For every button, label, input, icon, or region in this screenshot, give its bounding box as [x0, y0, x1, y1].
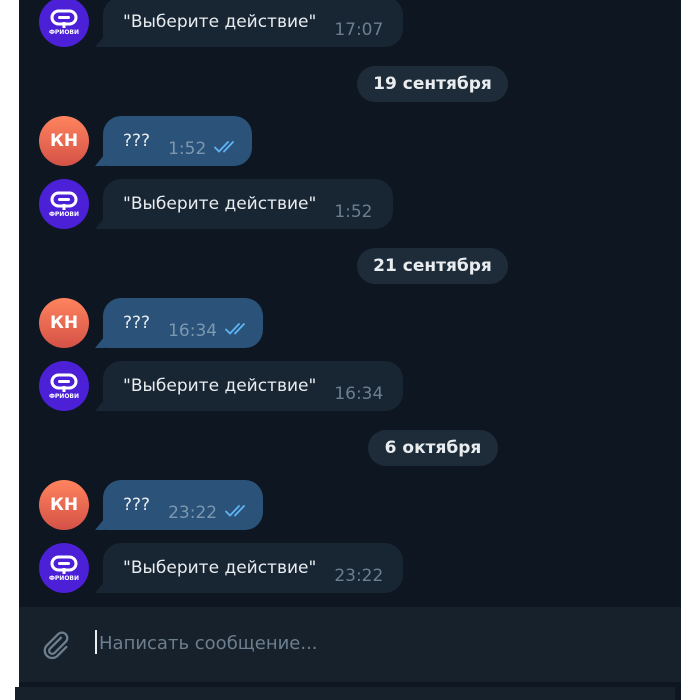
user-avatar[interactable]: КН	[39, 480, 89, 530]
message-time: 17:07	[334, 20, 384, 40]
incoming-message-bubble[interactable]: "Выберите действие" 1:52	[103, 179, 393, 229]
double-check-icon	[225, 505, 245, 517]
message-row: ФРИОВИ "Выберите действие" 1:52	[19, 179, 681, 229]
chat-window: ФРИОВИ "Выберите действие" 17:07 19 сент…	[19, 0, 681, 700]
incoming-message-bubble[interactable]: "Выберите действие" 23:22	[103, 543, 404, 593]
outgoing-message-bubble[interactable]: ??? 1:52	[103, 116, 253, 166]
user-avatar[interactable]: КН	[39, 116, 89, 166]
bot-brand-label: ФРИОВИ	[48, 574, 80, 582]
message-time: 23:22	[168, 503, 218, 523]
outgoing-message-bubble[interactable]: ??? 16:34	[103, 298, 264, 348]
user-initials: КН	[49, 313, 79, 333]
paperclip-icon[interactable]	[39, 629, 71, 661]
message-row: ФРИОВИ "Выберите действие" 23:22	[19, 543, 681, 593]
bot-brand-label: ФРИОВИ	[48, 28, 80, 36]
outgoing-message-bubble[interactable]: ??? 23:22	[103, 480, 264, 530]
bot-logo-icon	[50, 373, 78, 392]
bot-logo-icon	[50, 9, 78, 28]
message-text: ???	[123, 495, 151, 515]
user-initials: КН	[49, 495, 79, 515]
bot-avatar[interactable]: ФРИОВИ	[39, 361, 89, 411]
double-check-icon	[225, 323, 245, 335]
date-separator: 19 сентября	[357, 66, 508, 102]
message-row: КН ??? 23:22	[19, 480, 681, 530]
message-composer	[19, 607, 681, 682]
message-row: КН ??? 1:52	[19, 116, 681, 166]
bot-avatar[interactable]: ФРИОВИ	[39, 179, 89, 229]
message-time: 23:22	[334, 566, 384, 586]
bot-logo-icon	[50, 191, 78, 210]
message-text: "Выберите действие"	[123, 12, 317, 32]
bot-avatar[interactable]: ФРИОВИ	[39, 543, 89, 593]
message-time: 1:52	[168, 139, 207, 159]
message-input[interactable]	[97, 627, 641, 659]
bottom-panel	[15, 687, 675, 700]
message-text: "Выберите действие"	[123, 558, 317, 578]
message-time: 16:34	[334, 384, 384, 404]
message-time: 16:34	[168, 321, 218, 341]
incoming-message-bubble[interactable]: "Выберите действие" 16:34	[103, 361, 404, 411]
date-separator: 6 октября	[368, 430, 498, 466]
message-row: ФРИОВИ "Выберите действие" 17:07	[19, 0, 681, 47]
user-initials: КН	[49, 131, 79, 151]
user-avatar[interactable]: КН	[39, 298, 89, 348]
date-separator: 21 сентября	[357, 248, 508, 284]
bot-brand-label: ФРИОВИ	[48, 210, 80, 218]
message-time: 1:52	[334, 202, 373, 222]
incoming-message-bubble[interactable]: "Выберите действие" 17:07	[103, 0, 404, 47]
double-check-icon	[214, 141, 235, 153]
message-text: "Выберите действие"	[123, 194, 317, 214]
bot-logo-icon	[50, 555, 78, 574]
message-text: ???	[123, 313, 151, 333]
bot-avatar[interactable]: ФРИОВИ	[39, 0, 89, 47]
message-row: ФРИОВИ "Выберите действие" 16:34	[19, 361, 681, 411]
message-text: ???	[123, 131, 151, 151]
message-row: КН ??? 16:34	[19, 298, 681, 348]
message-text: "Выберите действие"	[123, 376, 317, 396]
bot-brand-label: ФРИОВИ	[48, 392, 80, 400]
